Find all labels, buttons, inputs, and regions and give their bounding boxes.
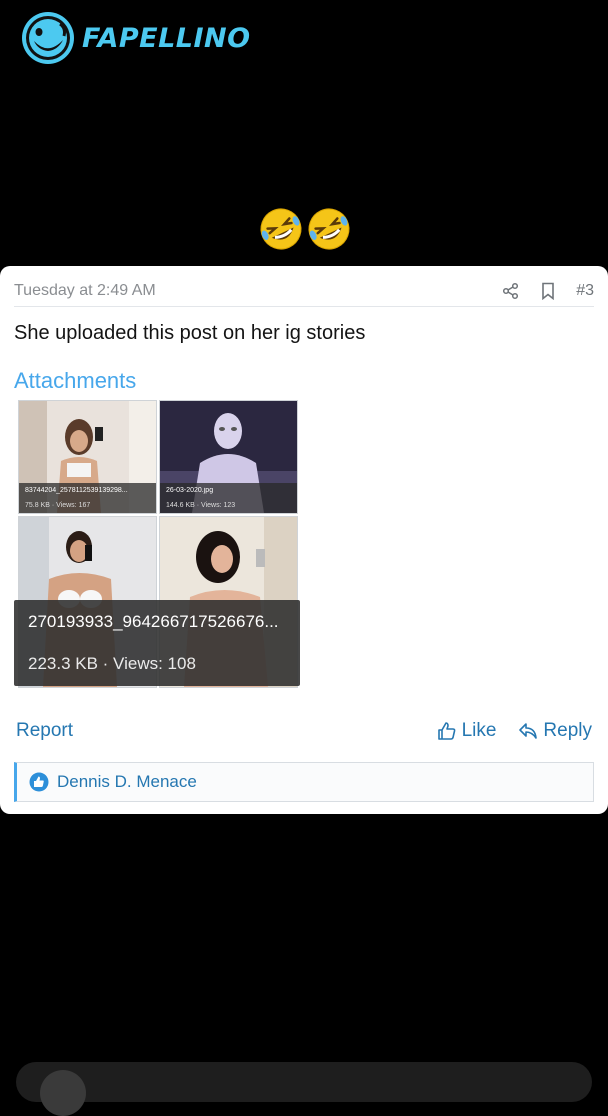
like-reaction-icon	[29, 772, 49, 792]
reply-button[interactable]: Reply	[518, 720, 592, 742]
attachment-caption: 26-03-2020.jpg 144.6 KB · Views: 123	[160, 483, 297, 513]
attachment-filename: 26-03-2020.jpg	[166, 487, 214, 494]
smiley-logo-icon	[22, 12, 74, 64]
share-icon[interactable]	[502, 282, 520, 300]
attachment-caption: 83744204_2578112539139298... 75.8 KB · V…	[19, 483, 156, 513]
post-date[interactable]: Tuesday at 2:49 AM	[14, 282, 502, 300]
attachment-thumbnail[interactable]: 26-03-2020.jpg 144.6 KB · Views: 123	[159, 400, 298, 514]
brand-name: FAPELLINO	[82, 22, 251, 54]
rofl-emoji-icon	[308, 208, 350, 250]
attachment-meta: 223.3 KB · Views: 108	[28, 654, 196, 673]
post-actions: Report Like Reply	[16, 720, 592, 742]
report-link[interactable]: Report	[16, 720, 415, 742]
attachment-caption-large: 270193933_964266717526676... 223.3 KB · …	[14, 600, 300, 686]
post-number-link[interactable]: #3	[576, 282, 594, 300]
bottom-input-bar[interactable]	[16, 1062, 592, 1116]
reactions-bar: Dennis D. Menace	[14, 762, 594, 802]
bookmark-icon[interactable]	[540, 282, 556, 300]
attachment-meta: 144.6 KB · Views: 123	[166, 502, 236, 509]
reply-arrow-icon	[519, 723, 538, 739]
like-label: Like	[461, 720, 497, 741]
post-header: Tuesday at 2:49 AM #3	[14, 276, 594, 307]
site-logo[interactable]: FAPELLINO	[20, 10, 251, 66]
emoji-reaction-row	[258, 206, 352, 252]
attachment-filename: 270193933_964266717526676...	[28, 612, 279, 631]
like-button[interactable]: Like	[437, 720, 497, 742]
reply-label: Reply	[543, 720, 592, 741]
attachment-meta: 75.8 KB · Views: 167	[25, 502, 91, 509]
attachments-heading: Attachments	[14, 368, 137, 393]
avatar	[40, 1070, 86, 1116]
rofl-emoji-icon	[260, 208, 302, 250]
attachment-thumbnail[interactable]: 83744204_2578112539139298... 75.8 KB · V…	[18, 400, 157, 514]
forum-post-card: Tuesday at 2:49 AM #3 She uploaded this …	[0, 266, 608, 814]
thumbs-up-icon	[437, 722, 455, 740]
liker-name-link[interactable]: Dennis D. Menace	[57, 772, 197, 792]
attachment-filename: 83744204_2578112539139298...	[25, 487, 128, 494]
post-message: She uploaded this post on her ig stories	[14, 322, 366, 344]
